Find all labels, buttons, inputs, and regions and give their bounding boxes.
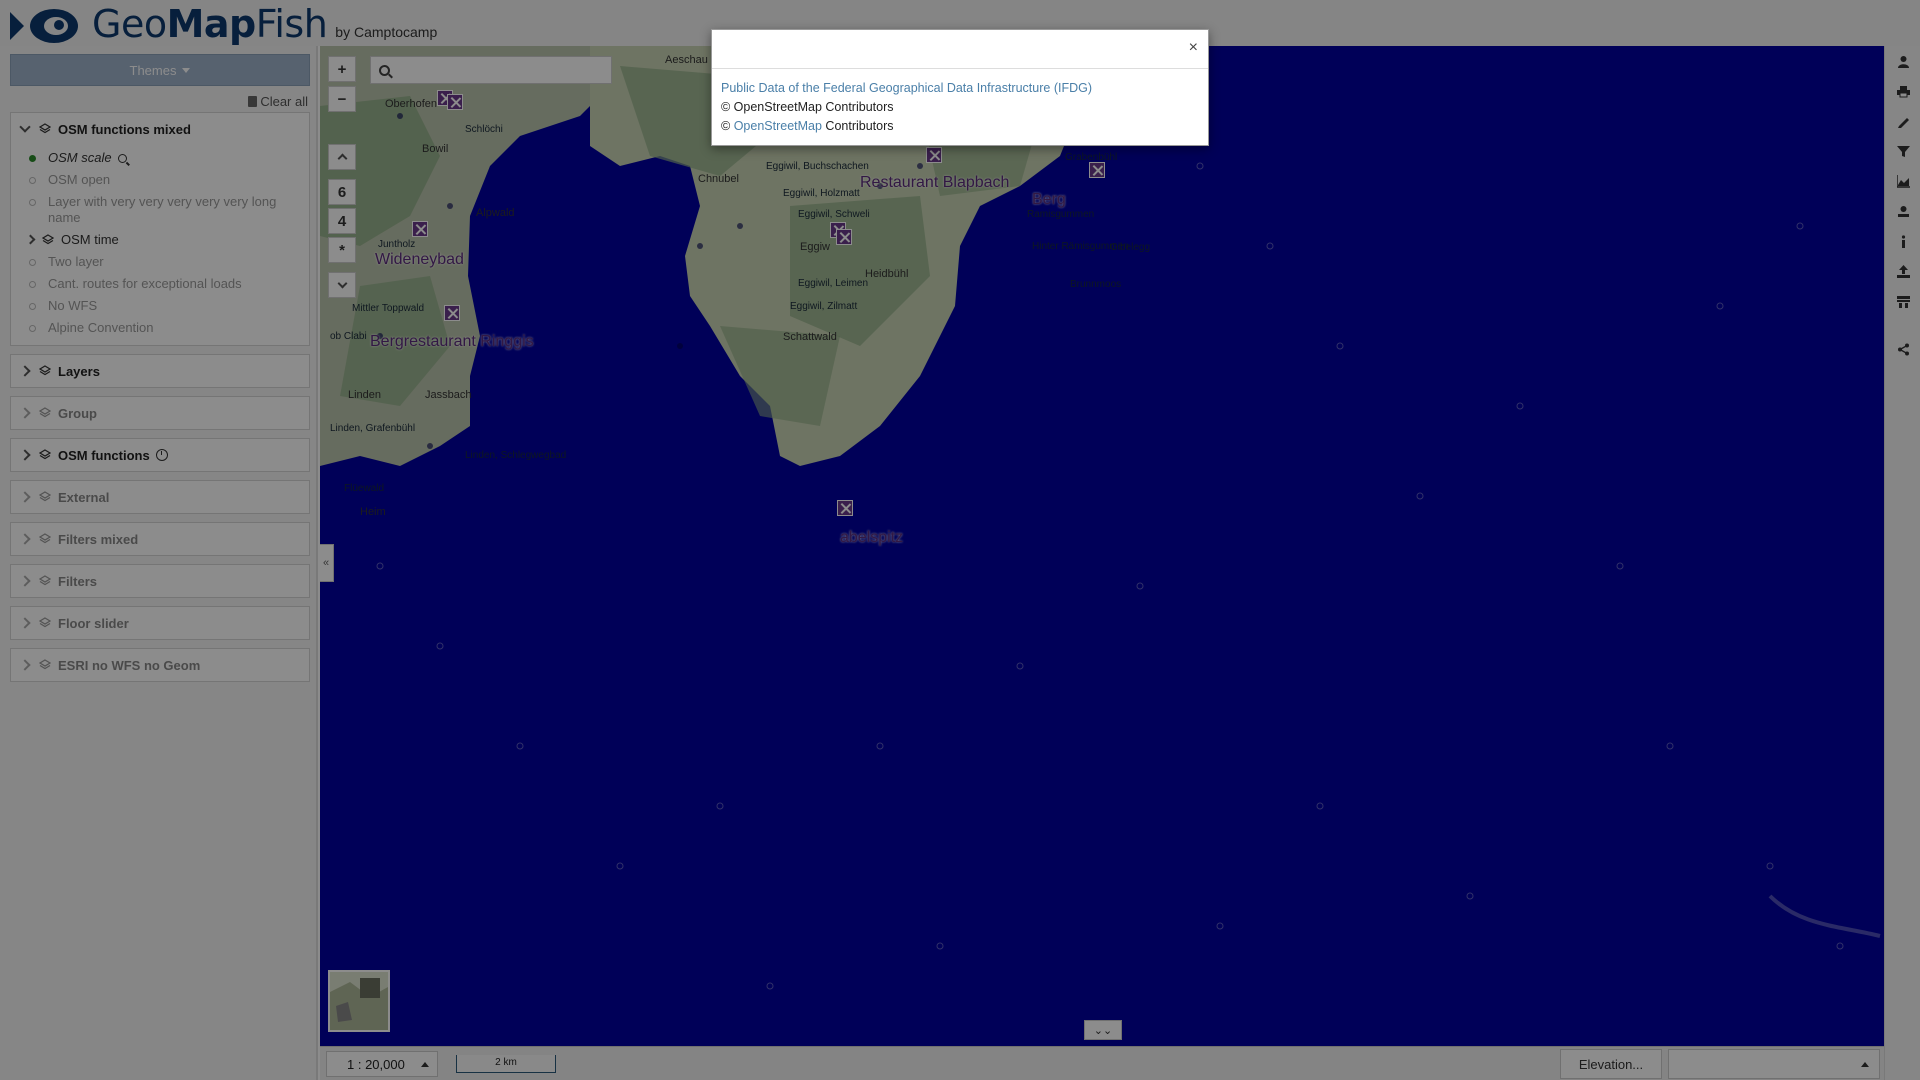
attribution-prefix: © xyxy=(721,119,734,133)
close-icon[interactable]: × xyxy=(1189,39,1198,57)
attribution-suffix: Contributors xyxy=(821,119,894,133)
attribution-modal: × Public Data of the Federal Geographica… xyxy=(711,29,1209,146)
modal-body: Public Data of the Federal Geographical … xyxy=(712,69,1208,146)
ifdg-link[interactable]: Public Data of the Federal Geographical … xyxy=(721,81,1092,95)
attribution-line: © OpenStreetMap Contributors xyxy=(721,100,894,114)
modal-header: × xyxy=(712,30,1208,69)
osm-link[interactable]: OpenStreetMap xyxy=(734,119,822,133)
modal-backdrop[interactable] xyxy=(0,0,1920,1080)
attribution-line: © OpenStreetMap Contributors xyxy=(721,117,1199,136)
